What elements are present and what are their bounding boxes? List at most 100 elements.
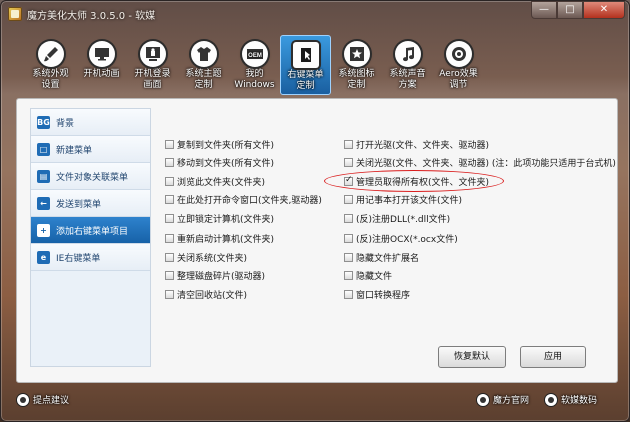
- checkbox[interactable]: [165, 253, 174, 262]
- option-browse-folder[interactable]: 浏览此文件夹(文件夹): [165, 175, 265, 188]
- tool-system-sound[interactable]: 系统声音 方案: [382, 35, 433, 95]
- checkbox[interactable]: [165, 195, 174, 204]
- option-register-ocx[interactable]: (反)注册OCX(*.ocx文件): [344, 232, 458, 245]
- tool-label: 开机登录: [134, 69, 171, 79]
- sidebar-item-background[interactable]: BG 背景: [31, 109, 150, 136]
- file-association-icon: ▤: [37, 169, 50, 183]
- sidebar-item-new-menu[interactable]: □ 新建菜单: [31, 136, 150, 163]
- option-register-dll[interactable]: (反)注册DLL(*.dll文件): [344, 212, 450, 225]
- sidebar-item-label: 背景: [56, 118, 75, 129]
- option-open-with-notepad[interactable]: 用记事本打开该文件(文件): [344, 193, 462, 206]
- tool-label: 系统主题: [185, 69, 222, 79]
- restore-default-button[interactable]: 恢复默认: [438, 346, 506, 368]
- option-window-converter[interactable]: 窗口转换程序: [344, 288, 410, 301]
- option-label: 用记事本打开该文件(文件): [356, 196, 463, 206]
- oem-icon: OEM: [241, 41, 268, 67]
- music-note-icon: [394, 41, 421, 67]
- tool-label: 画面: [143, 80, 162, 90]
- aero-icon: [445, 41, 472, 67]
- checkbox[interactable]: [344, 271, 353, 280]
- title-bar[interactable]: 魔方美化大师 3.0.5.0 - 软媒 — □ ✕: [1, 1, 630, 27]
- sidebar-item-add-context-item[interactable]: + 添加右键菜单项目: [31, 217, 150, 244]
- official-site-label: 魔方官网: [493, 396, 530, 406]
- sidebar-item-label: 新建菜单: [56, 145, 93, 156]
- checkbox[interactable]: [165, 214, 174, 223]
- checkbox[interactable]: [165, 290, 174, 299]
- restore-button[interactable]: □: [557, 1, 583, 19]
- option-defragment[interactable]: 整理磁盘碎片(驱动器): [165, 269, 265, 282]
- tool-label: 定制: [347, 80, 366, 90]
- tool-login-screen[interactable]: 开机登录 画面: [127, 35, 178, 95]
- option-label: (反)注册OCX(*.ocx文件): [356, 235, 458, 245]
- option-hide-file[interactable]: 隐藏文件: [344, 269, 392, 282]
- checkbox[interactable]: [344, 214, 353, 223]
- sidebar-item-ie-menu[interactable]: e IE右键菜单: [31, 244, 150, 271]
- software-media-link[interactable]: 软媒数码: [545, 393, 597, 406]
- option-label: (反)注册DLL(*.dll文件): [356, 215, 451, 225]
- window-controls: — □ ✕: [531, 1, 625, 19]
- tool-label: 我的: [245, 69, 264, 79]
- oem-badge-text: OEM: [248, 53, 262, 59]
- option-restart-computer[interactable]: 重新启动计算机(文件夹): [165, 232, 274, 245]
- option-label: 浏览此文件夹(文件夹): [177, 178, 266, 188]
- sidebar-item-send-to[interactable]: ← 发送到菜单: [31, 190, 150, 217]
- checkbox[interactable]: [165, 177, 174, 186]
- tool-aero[interactable]: Aero效果 调节: [433, 35, 484, 95]
- tool-label: 系统外观: [32, 69, 69, 79]
- option-label: 在此处打开命令窗口(文件夹,驱动器): [177, 196, 322, 206]
- apply-button[interactable]: 应用: [520, 346, 586, 368]
- tool-system-theme[interactable]: 系统主题 定制: [178, 35, 229, 95]
- app-window: 魔方美化大师 3.0.5.0 - 软媒 — □ ✕ 系统外观 设置 开机动画 开: [0, 0, 630, 422]
- option-open-cmd-here[interactable]: 在此处打开命令窗口(文件夹,驱动器): [165, 193, 322, 206]
- tool-label: 定制: [296, 81, 315, 91]
- sidebar: BG 背景 □ 新建菜单 ▤ 文件对象关联菜单 ← 发送到菜单 + 添加右键菜单…: [30, 108, 151, 367]
- highlight-annotation-circle: [324, 170, 504, 192]
- option-label: 关闭光驱(文件、文件夹、驱动器) (注：此项功能只适用于台式机): [356, 159, 616, 169]
- send-to-icon: ←: [37, 196, 50, 210]
- close-button[interactable]: ✕: [583, 1, 625, 19]
- option-copy-to-folder[interactable]: 复制到文件夹(所有文件): [165, 138, 274, 151]
- feedback-link[interactable]: 提点建议: [17, 393, 69, 406]
- tool-label: 定制: [194, 80, 213, 90]
- checkbox[interactable]: [344, 158, 353, 167]
- globe-icon: [477, 393, 489, 406]
- option-label: 清空回收站(文件): [177, 291, 248, 301]
- minimize-button[interactable]: —: [531, 1, 557, 19]
- new-menu-icon: □: [37, 142, 50, 156]
- option-lock-computer[interactable]: 立即锁定计算机(文件夹): [165, 212, 274, 225]
- checkbox[interactable]: [344, 290, 353, 299]
- checkbox[interactable]: [165, 140, 174, 149]
- feedback-label: 提点建议: [33, 396, 70, 406]
- checkbox[interactable]: [344, 253, 353, 262]
- option-hide-extension[interactable]: 隐藏文件扩展名: [344, 251, 419, 264]
- option-label: 打开光驱(文件、文件夹、驱动器): [356, 141, 490, 151]
- checkbox[interactable]: [344, 234, 353, 243]
- tool-appearance[interactable]: 系统外观 设置: [25, 35, 76, 95]
- official-site-link[interactable]: 魔方官网: [477, 393, 529, 406]
- checkbox[interactable]: [165, 158, 174, 167]
- option-move-to-folder[interactable]: 移动到文件夹(所有文件): [165, 156, 274, 169]
- checkbox[interactable]: [344, 140, 353, 149]
- checkbox[interactable]: [165, 271, 174, 280]
- option-open-cd-tray[interactable]: 打开光驱(文件、文件夹、驱动器): [344, 138, 489, 151]
- ie-icon: e: [37, 250, 50, 264]
- checkbox[interactable]: [344, 195, 353, 204]
- tool-boot-animation[interactable]: 开机动画: [76, 35, 127, 95]
- tool-label: 方案: [398, 80, 417, 90]
- tool-label: 设置: [41, 80, 60, 90]
- sidebar-item-label: 添加右键菜单项目: [56, 226, 129, 237]
- option-label: 复制到文件夹(所有文件): [177, 141, 275, 151]
- option-shutdown[interactable]: 关闭系统(文件夹): [165, 251, 247, 264]
- tool-system-icons[interactable]: 系统图标 定制: [331, 35, 382, 95]
- option-close-cd-tray[interactable]: 关闭光驱(文件、文件夹、驱动器) (注：此项功能只适用于台式机): [344, 156, 616, 169]
- tool-my-windows[interactable]: OEM 我的 Windows: [229, 35, 280, 95]
- plus-icon: +: [37, 223, 50, 237]
- sidebar-item-file-association[interactable]: ▤ 文件对象关联菜单: [31, 163, 150, 190]
- tool-context-menu[interactable]: 右键菜单 定制: [280, 35, 331, 95]
- option-empty-recycle-bin[interactable]: 清空回收站(文件): [165, 288, 247, 301]
- cursor-menu-icon: [292, 42, 319, 68]
- tool-label: 右键菜单: [287, 70, 324, 80]
- checkbox[interactable]: [165, 234, 174, 243]
- option-label: 移动到文件夹(所有文件): [177, 159, 275, 169]
- option-label: 隐藏文件扩展名: [356, 254, 420, 264]
